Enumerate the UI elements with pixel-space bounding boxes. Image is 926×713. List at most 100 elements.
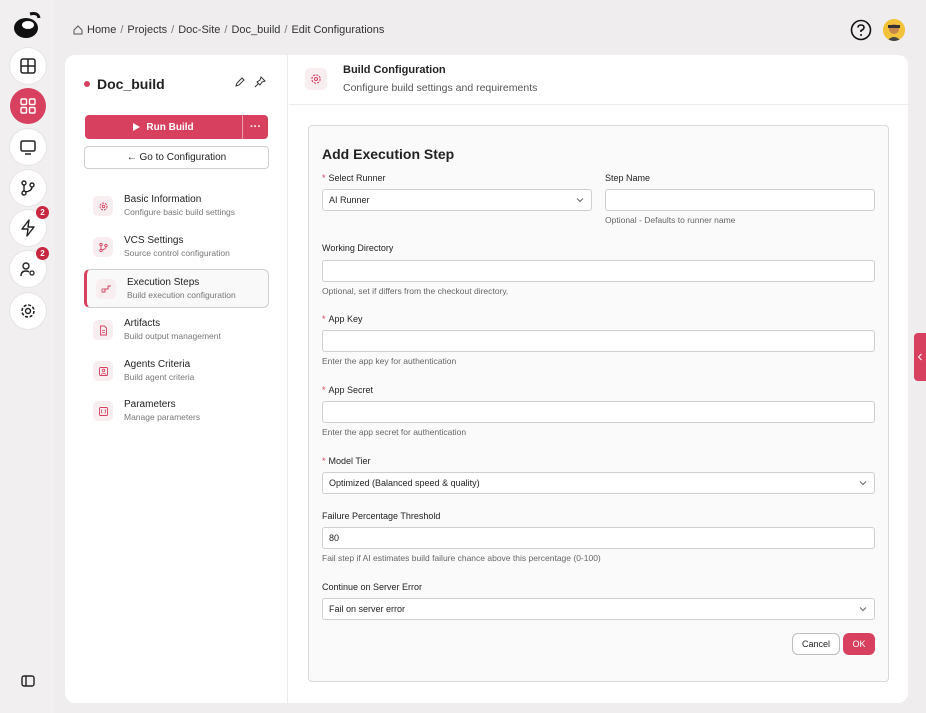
edit-icon[interactable] [234, 76, 246, 88]
grid-panel-icon [20, 58, 36, 74]
threshold-label: Failure Percentage Threshold [322, 511, 441, 521]
pin-icon[interactable] [254, 76, 266, 88]
params-icon [93, 401, 113, 421]
breadcrumb-separator: / [224, 24, 228, 36]
workdir-input[interactable] [322, 260, 875, 282]
model-tier-select[interactable]: Optimized (Balanced speed & quality) [322, 472, 875, 494]
app-secret-input[interactable] [322, 401, 875, 423]
app-key-label: * App Key [322, 314, 363, 324]
rail-builds-button[interactable]: 2 [10, 206, 49, 246]
step-name-input[interactable] [605, 189, 875, 211]
rail-vcs-button[interactable] [10, 170, 46, 206]
nav-vcs-settings[interactable]: VCS Settings Source control configuration [84, 228, 269, 266]
server-error-value: Fail on server error [329, 604, 406, 614]
breadcrumb-projects[interactable]: Projects [127, 24, 167, 36]
breadcrumb-current: Edit Configurations [291, 24, 385, 36]
nav-execution-steps[interactable]: Execution Steps Build execution configura… [84, 269, 269, 308]
collapse-sidebar-button[interactable] [10, 663, 46, 699]
branch-icon [93, 237, 113, 257]
nav-subtitle: Source control configuration [124, 248, 230, 258]
git-branch-icon [21, 180, 35, 196]
rail-settings-button[interactable] [10, 293, 46, 329]
step-name-label: Step Name [605, 173, 651, 183]
nav-title: VCS Settings [124, 235, 184, 246]
model-tier-label-text: Model Tier [328, 456, 371, 466]
main-card: Doc_build Run Build ··· ← Go to Configur… [65, 55, 908, 703]
gear-icon [305, 68, 327, 90]
home-icon[interactable] [73, 25, 83, 35]
app-logo-icon[interactable] [12, 10, 42, 40]
model-tier-value: Optimized (Balanced speed & quality) [329, 478, 480, 488]
run-build-label: Run Build [146, 121, 194, 133]
server-error-select[interactable]: Fail on server error [322, 598, 875, 620]
header-subtitle: Configure build settings and requirement… [343, 82, 538, 94]
rail-users-button[interactable]: 2 [10, 247, 49, 287]
add-execution-step-form: Add Execution Step * Select Runner AI Run… [308, 125, 889, 682]
nav-parameters[interactable]: Parameters Manage parameters [84, 392, 269, 430]
lightning-icon [21, 219, 35, 237]
nav-basic-information[interactable]: Basic Information Configure basic build s… [84, 187, 269, 225]
users-badge: 2 [36, 247, 49, 260]
run-build-button[interactable]: Run Build [85, 115, 243, 139]
breadcrumb-home[interactable]: Home [87, 24, 116, 36]
avatar[interactable] [883, 19, 905, 41]
app-key-label-text: App Key [328, 314, 363, 324]
nav-artifacts[interactable]: Artifacts Build output management [84, 311, 269, 349]
run-build-more-button[interactable]: ··· [243, 115, 268, 139]
status-dot [84, 81, 90, 87]
user-settings-icon [20, 262, 35, 277]
content-header: Build Configuration Configure build sett… [289, 55, 908, 105]
chevron-left-icon [917, 353, 922, 361]
app-secret-label: * App Secret [322, 385, 374, 395]
rail-agents-button[interactable] [10, 129, 46, 165]
project-title: Doc_build [84, 76, 165, 92]
breadcrumb-project[interactable]: Doc-Site [178, 24, 220, 36]
workdir-hint: Optional, set if differs from the checko… [322, 286, 509, 296]
rail-projects-button[interactable] [10, 88, 46, 124]
app-rail: 2 2 [0, 0, 55, 713]
header-title: Build Configuration [343, 64, 446, 76]
project-name: Doc_build [97, 76, 165, 92]
app-secret-label-text: App Secret [328, 385, 374, 395]
breadcrumb-separator: / [171, 24, 175, 36]
run-build-button-group: Run Build ··· [85, 115, 268, 139]
gear-icon [93, 196, 113, 216]
file-icon [93, 320, 113, 340]
gear-icon [21, 304, 35, 318]
breadcrumb-build[interactable]: Doc_build [231, 24, 280, 36]
runner-select[interactable]: AI Runner [322, 189, 592, 211]
user-avatar-icon [883, 19, 905, 41]
nav-subtitle: Build execution configuration [127, 289, 236, 300]
side-panel-toggle[interactable] [914, 333, 926, 381]
step-name-hint: Optional - Defaults to runner name [605, 215, 736, 225]
sidebar-toggle-icon [21, 675, 35, 687]
rail-dashboard-button[interactable] [10, 48, 46, 84]
breadcrumb-separator: / [284, 24, 288, 36]
go-to-configuration-button[interactable]: ← Go to Configuration [84, 146, 269, 169]
nav-subtitle: Build agent criteria [124, 372, 195, 382]
breadcrumb-separator: / [120, 24, 124, 36]
threshold-input[interactable]: 80 [322, 527, 875, 549]
form-title: Add Execution Step [322, 146, 455, 162]
app-key-input[interactable] [322, 330, 875, 352]
cancel-button[interactable]: Cancel [792, 633, 840, 655]
nav-title: Execution Steps [127, 276, 200, 288]
runner-label: * Select Runner [322, 173, 386, 183]
config-sidebar: Doc_build Run Build ··· ← Go to Configur… [65, 55, 288, 703]
nav-agents-criteria[interactable]: Agents Criteria Build agent criteria [84, 352, 269, 390]
ok-button[interactable]: OK [843, 633, 875, 655]
nav-subtitle: Build output management [124, 331, 221, 341]
workdir-label: Working Directory [322, 243, 394, 253]
nav-title: Artifacts [124, 318, 161, 329]
threshold-hint: Fail step if AI estimates build failure … [322, 553, 601, 563]
builds-badge: 2 [36, 206, 49, 219]
app-key-hint: Enter the app key for authentication [322, 356, 457, 366]
nav-subtitle: Configure basic build settings [124, 207, 236, 217]
nav-subtitle: Manage parameters [124, 412, 201, 422]
app-secret-hint: Enter the app secret for authentication [322, 427, 467, 437]
breadcrumb: Home / Projects / Doc-Site / Doc_build /… [73, 24, 384, 36]
agent-icon [93, 361, 113, 381]
chevron-down-icon [859, 607, 867, 612]
help-icon[interactable] [850, 19, 872, 41]
runner-value: AI Runner [329, 195, 370, 205]
